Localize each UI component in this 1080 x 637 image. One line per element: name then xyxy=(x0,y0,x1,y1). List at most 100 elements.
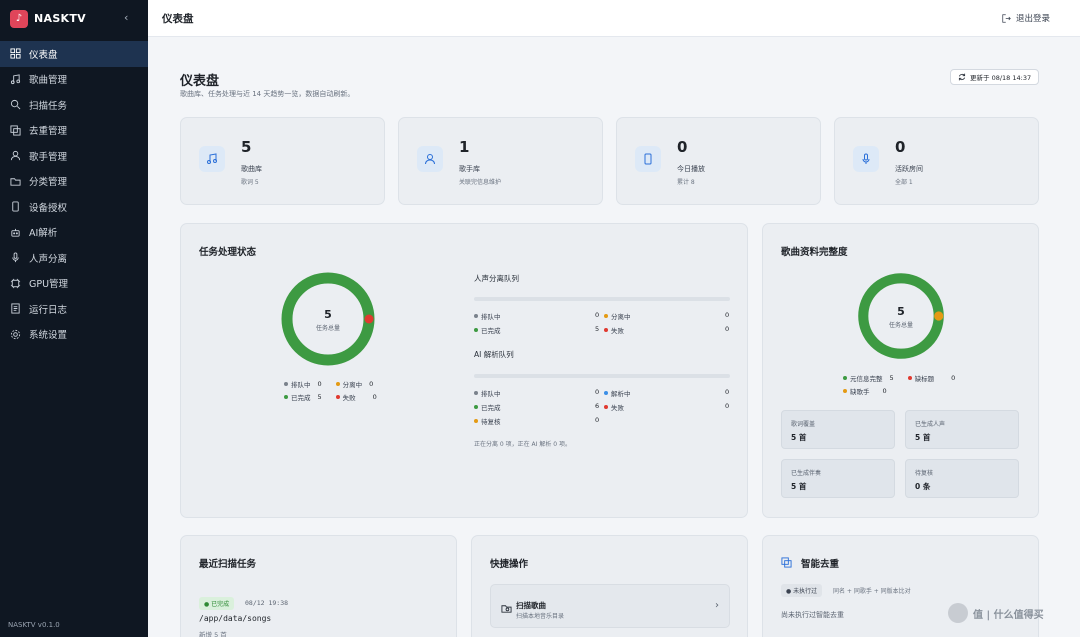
completeness-legend: 元信息完整 5 缺标题 0 缺歌手 0 xyxy=(843,371,955,397)
stat-sub: 歌词 5 xyxy=(241,179,259,186)
queue-value: 0 xyxy=(595,388,600,396)
tile-vocals: 已生成人声 5 首 xyxy=(905,410,1019,449)
stat-sub: 全部 1 xyxy=(895,179,913,186)
donut-marker xyxy=(364,314,374,324)
sidebar-item-label: 去重管理 xyxy=(29,126,68,138)
stat-value: 1 xyxy=(459,138,470,156)
queue-row: 排队中 xyxy=(474,311,501,321)
scan-detail: 新增 5 首 xyxy=(199,631,227,637)
legend-item: 已完成 5 xyxy=(284,392,322,402)
sidebar-item-label: 人声分离 xyxy=(29,253,68,265)
stat-card-songs[interactable]: 5 歌曲库 歌词 5 xyxy=(180,117,385,205)
sidebar-item-devices[interactable]: 设备授权 xyxy=(0,194,148,220)
dashboard-icon xyxy=(10,48,21,59)
stat-value: 5 xyxy=(241,138,252,156)
sidebar: ♪ NASKTV ‹ 仪表盘 歌曲管理 扫描任务 去重管理 歌手管理 分类管理 xyxy=(0,0,148,637)
sidebar-item-label: 仪表盘 xyxy=(29,49,58,61)
queue-value: 0 xyxy=(725,388,730,396)
task-status-card: 任务处理状态 5 任务总量 排队中 0 分离中 0 已完成 5 失败 0 人声分离队列 … xyxy=(180,223,748,518)
sidebar-item-gpu[interactable]: GPU管理 xyxy=(0,271,148,297)
task-legend: 排队中 0 分离中 0 已完成 5 失败 0 xyxy=(284,377,377,403)
sidebar-item-singers[interactable]: 歌手管理 xyxy=(0,143,148,169)
sidebar-item-ai[interactable]: AI解析 xyxy=(0,220,148,246)
dedupe-icon xyxy=(10,125,21,136)
queue-row: 已完成 xyxy=(474,325,501,335)
donut-total-label: 任务总量 xyxy=(315,325,340,332)
sidebar-item-dashboard[interactable]: 仪表盘 xyxy=(0,41,148,67)
stat-value: 0 xyxy=(677,138,688,156)
card-title: 最近扫描任务 xyxy=(199,559,257,570)
donut-total-label: 任务总量 xyxy=(888,322,913,329)
vocal-queue-title: 人声分离队列 xyxy=(474,274,519,283)
queue-row: 已完成 xyxy=(474,402,501,412)
logout-button[interactable]: 退出登录 xyxy=(1002,12,1050,24)
status-badge: ● 未执行过 xyxy=(781,584,823,597)
log-icon xyxy=(11,303,20,314)
sidebar-item-label: GPU管理 xyxy=(29,279,69,291)
card-title: 歌曲资料完整度 xyxy=(781,247,848,258)
legend-item: 排队中 0 xyxy=(284,379,322,389)
sidebar-item-label: 歌手管理 xyxy=(29,151,68,163)
queue-row: 分离中 xyxy=(604,311,631,321)
scan-songs-action[interactable]: 扫描歌曲 扫描本地音乐目录 › xyxy=(490,584,730,628)
folder-search-icon xyxy=(501,605,512,613)
queue-row: 排队中 xyxy=(474,388,501,398)
sidebar-item-songs[interactable]: 歌曲管理 xyxy=(0,67,148,93)
refresh-button[interactable]: 更新于 08/18 14:37 xyxy=(950,69,1040,85)
chevron-right-icon: › xyxy=(715,600,719,611)
card-title: 快捷操作 xyxy=(490,559,529,570)
sidebar-item-categories[interactable]: 分类管理 xyxy=(0,169,148,195)
card-title: 智能去重 xyxy=(801,559,840,570)
sidebar-item-label: 系统设置 xyxy=(29,330,68,342)
donut-center: 5 任务总量 xyxy=(298,308,358,332)
music-icon xyxy=(10,74,21,84)
sidebar-item-dedupe[interactable]: 去重管理 xyxy=(0,118,148,144)
music-icon xyxy=(199,146,225,172)
stat-card-singers[interactable]: 1 歌手库 关联完信息维护 xyxy=(398,117,603,205)
sidebar-item-logs[interactable]: 运行日志 xyxy=(0,296,148,322)
queue-value: 0 xyxy=(725,325,730,333)
logout-label: 退出登录 xyxy=(1015,14,1050,24)
main-content: 仪表盘 歌曲库、任务处理与近 14 天趋势一览，数据自动刷新。 更新于 08/1… xyxy=(148,38,1080,637)
stat-card-rooms[interactable]: 0 活跃房间 全部 1 xyxy=(834,117,1039,205)
stat-sub: 累计 8 xyxy=(677,179,695,186)
scan-path[interactable]: /app/data/songs xyxy=(199,614,271,623)
refresh-icon xyxy=(958,73,966,81)
vocal-queue-bar xyxy=(474,297,730,301)
app-logo-icon: ♪ xyxy=(10,9,28,28)
device-icon xyxy=(635,146,661,172)
chip-icon xyxy=(10,278,21,288)
collapse-sidebar-icon[interactable]: ‹ xyxy=(124,11,128,24)
stat-value: 0 xyxy=(895,138,906,156)
queue-row: 失败 xyxy=(604,325,624,335)
legend-item: 缺歌手 0 xyxy=(843,386,887,396)
ai-queue-bar xyxy=(474,374,730,378)
update-time: 更新于 08/18 14:37 xyxy=(970,74,1032,82)
queue-value: 6 xyxy=(595,402,600,410)
tile-lyrics: 歌词覆盖 5 首 xyxy=(781,410,895,449)
watermark: 值 | 什么值得买 xyxy=(948,603,1044,623)
stat-label: 活跃房间 xyxy=(895,165,923,173)
donut-center: 5 任务总量 xyxy=(871,305,931,329)
sidebar-item-scan[interactable]: 扫描任务 xyxy=(0,92,148,118)
sidebar-item-vocal[interactable]: 人声分离 xyxy=(0,245,148,271)
watermark-text: 值 | 什么值得买 xyxy=(973,609,1044,621)
completeness-card: 歌曲资料完整度 5 任务总量 元信息完整 5 缺标题 0 缺歌手 0 歌词覆盖 5 首… xyxy=(762,223,1039,518)
dedupe-icon xyxy=(781,557,792,568)
page-title: 仪表盘 xyxy=(180,74,220,89)
recent-scan-card: 最近扫描任务 ● 已完成 08/12 19:38 /app/data/songs… xyxy=(180,535,457,637)
user-icon xyxy=(10,151,21,161)
queue-row: 失败 xyxy=(604,402,624,412)
queue-value: 0 xyxy=(595,311,600,319)
action-sub: 扫描本地音乐目录 xyxy=(516,613,565,620)
donut-marker xyxy=(934,311,944,321)
sidebar-item-settings[interactable]: 系统设置 xyxy=(0,322,148,348)
queue-value: 0 xyxy=(725,402,730,410)
stat-card-plays[interactable]: 0 今日播放 累计 8 xyxy=(616,117,821,205)
robot-icon xyxy=(11,228,20,237)
legend-item: 元信息完整 5 xyxy=(843,373,894,383)
queue-note: 正在分离 0 项，正在 AI 解析 0 项。 xyxy=(474,441,571,448)
legend-item: 分离中 0 xyxy=(335,379,373,389)
dedupe-tags: 同名 + 同歌手 + 同版本比对 xyxy=(833,588,911,595)
queue-row: 解析中 xyxy=(604,388,631,398)
